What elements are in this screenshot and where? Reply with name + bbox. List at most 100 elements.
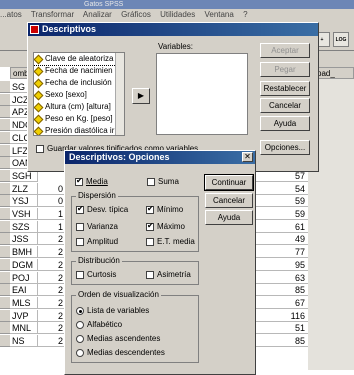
menu-item[interactable]: Utilidades bbox=[160, 10, 195, 19]
table-cell[interactable]: 2 bbox=[38, 284, 66, 297]
row-number[interactable] bbox=[0, 296, 10, 309]
et-media-checkbox[interactable]: E.T. media bbox=[146, 237, 195, 246]
row-number[interactable] bbox=[0, 81, 10, 93]
table-cell[interactable]: 1 bbox=[38, 220, 66, 233]
list-item[interactable]: Altura (cm) [altura] bbox=[34, 101, 124, 113]
row-number[interactable] bbox=[0, 246, 10, 259]
row-number[interactable] bbox=[0, 157, 10, 170]
list-item[interactable]: Clave de aleatoriza bbox=[34, 53, 124, 66]
table-cell[interactable]: 116 bbox=[250, 310, 308, 322]
table-cell[interactable]: 2 bbox=[38, 233, 66, 246]
list-item[interactable]: Sexo [sexo] bbox=[34, 89, 124, 101]
row-number[interactable] bbox=[0, 220, 10, 233]
source-variable-list[interactable]: Clave de aleatoriza Fecha de nacimien Fe… bbox=[33, 52, 125, 136]
table-cell[interactable]: 85 bbox=[250, 335, 308, 347]
desv-tipica-checkbox[interactable]: Desv. típica bbox=[76, 204, 128, 214]
table-cell[interactable]: 2 bbox=[38, 335, 66, 347]
options-button[interactable]: Opciones... bbox=[260, 140, 310, 155]
row-number[interactable] bbox=[0, 182, 10, 195]
row-number[interactable] bbox=[0, 233, 10, 246]
list-scrollbar[interactable] bbox=[115, 53, 124, 135]
continue-button[interactable]: Continuar bbox=[204, 174, 254, 191]
table-cell[interactable]: 59 bbox=[250, 195, 308, 208]
row-number[interactable] bbox=[0, 195, 10, 208]
medias-descendentes-radio[interactable]: Medias descendentes bbox=[76, 348, 165, 357]
varianza-checkbox[interactable]: Varianza bbox=[76, 222, 118, 231]
row-number[interactable] bbox=[0, 106, 10, 119]
table-cell[interactable]: 2 bbox=[38, 271, 66, 284]
table-cell[interactable]: 2 bbox=[38, 246, 66, 259]
table-cell[interactable]: 61 bbox=[250, 221, 308, 233]
media-checkbox[interactable]: Media bbox=[75, 176, 108, 186]
help-button[interactable]: Ayuda bbox=[260, 116, 310, 131]
table-cell[interactable]: 2 bbox=[38, 322, 66, 335]
row-number[interactable] bbox=[0, 144, 10, 157]
table-cell[interactable]: 95 bbox=[250, 259, 308, 271]
checkbox-box[interactable] bbox=[36, 144, 44, 153]
checkbox-box[interactable] bbox=[75, 176, 83, 186]
table-cell[interactable]: 2 bbox=[38, 309, 66, 322]
table-cell[interactable]: YSJ bbox=[10, 195, 38, 208]
row-number[interactable] bbox=[0, 258, 10, 271]
paste-button[interactable]: Pegar bbox=[260, 62, 310, 77]
close-icon[interactable]: ✕ bbox=[242, 152, 253, 162]
menu-item[interactable]: ? bbox=[243, 10, 247, 19]
table-cell[interactable]: 1 bbox=[38, 208, 66, 220]
alfabetico-radio[interactable]: Alfabético bbox=[76, 320, 122, 329]
table-cell[interactable]: 0 bbox=[38, 195, 66, 208]
table-cell[interactable]: VSH bbox=[10, 208, 38, 220]
table-cell[interactable]: DGM bbox=[10, 258, 38, 271]
options-help-button[interactable]: Ayuda bbox=[205, 210, 253, 225]
table-cell[interactable]: JVP bbox=[10, 309, 38, 322]
medias-ascendentes-radio[interactable]: Medias ascendentes bbox=[76, 334, 160, 343]
target-variable-list[interactable] bbox=[156, 53, 248, 135]
reset-button[interactable]: Restablecer bbox=[260, 81, 310, 96]
row-number[interactable] bbox=[0, 335, 10, 347]
menu-item[interactable]: Gráficos bbox=[121, 10, 151, 19]
table-cell[interactable]: ZLZ bbox=[10, 182, 38, 195]
table-cell[interactable]: 85 bbox=[250, 284, 308, 297]
lista-variables-radio[interactable]: Lista de variables bbox=[76, 306, 149, 315]
menu-item[interactable]: Ventana bbox=[204, 10, 233, 19]
checkbox-box[interactable] bbox=[147, 177, 155, 186]
table-cell[interactable]: MNL bbox=[10, 322, 38, 335]
options-cancel-button[interactable]: Cancelar bbox=[205, 193, 253, 208]
row-number[interactable] bbox=[0, 93, 10, 106]
table-cell[interactable]: POJ bbox=[10, 271, 38, 284]
curtosis-checkbox[interactable]: Curtosis bbox=[76, 270, 116, 279]
row-number[interactable] bbox=[0, 271, 10, 284]
table-cell[interactable]: 51 bbox=[250, 322, 308, 335]
list-item[interactable]: Fecha de inclusión bbox=[34, 77, 124, 89]
table-cell[interactable]: MLS bbox=[10, 296, 38, 309]
table-cell[interactable]: 77 bbox=[250, 246, 308, 259]
list-item[interactable]: Fecha de nacimien bbox=[34, 65, 124, 77]
row-number[interactable] bbox=[0, 119, 10, 132]
menu-item[interactable]: Analizar bbox=[83, 10, 112, 19]
menu-item[interactable]: ...atos bbox=[0, 10, 22, 19]
row-number[interactable] bbox=[0, 309, 10, 322]
table-cell[interactable]: JSS bbox=[10, 233, 38, 246]
list-item[interactable]: Presión diastólica ir bbox=[34, 125, 124, 135]
row-number[interactable] bbox=[0, 284, 10, 297]
asimetria-checkbox[interactable]: Asimetría bbox=[146, 270, 191, 279]
table-cell[interactable]: EAI bbox=[10, 284, 38, 297]
amplitud-checkbox[interactable]: Amplitud bbox=[76, 237, 118, 246]
list-item[interactable]: Peso en Kg. [peso] bbox=[34, 113, 124, 125]
toolbar-log-button[interactable]: LOG bbox=[333, 32, 349, 47]
suma-checkbox[interactable]: Suma bbox=[147, 177, 179, 186]
table-cell[interactable]: 54 bbox=[250, 183, 308, 195]
table-cell[interactable]: BMH bbox=[10, 246, 38, 259]
row-number[interactable] bbox=[0, 322, 10, 335]
table-cell[interactable]: 2 bbox=[38, 296, 66, 309]
maximo-checkbox[interactable]: Máximo bbox=[146, 221, 185, 231]
table-cell[interactable]: 49 bbox=[250, 233, 308, 246]
table-cell[interactable]: 59 bbox=[250, 208, 308, 220]
row-number[interactable] bbox=[0, 131, 10, 144]
menu-item[interactable]: Transformar bbox=[31, 10, 74, 19]
column-header-pad[interactable]: pad_ bbox=[314, 67, 354, 79]
table-cell[interactable]: NS bbox=[10, 335, 38, 347]
row-number[interactable] bbox=[0, 169, 10, 182]
table-cell[interactable]: 0 bbox=[38, 182, 66, 195]
move-variable-button[interactable]: ▶ bbox=[132, 88, 150, 104]
accept-button[interactable]: Aceptar bbox=[260, 43, 310, 58]
